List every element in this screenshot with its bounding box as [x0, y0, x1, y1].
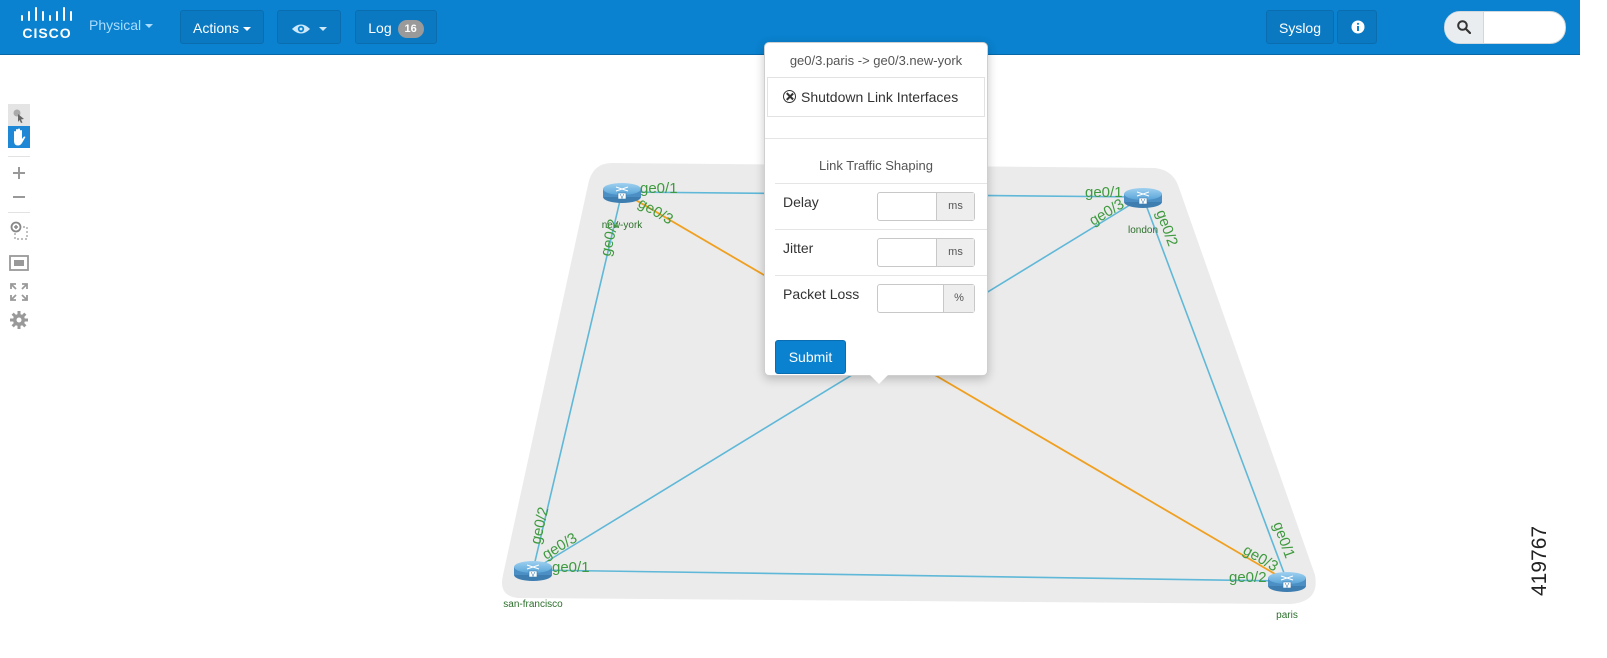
port-label: ge0/1: [640, 180, 678, 197]
link-popover: ge0/3.paris -> ge0/3.new-york Shutdown L…: [764, 42, 988, 384]
packet-loss-field: %: [877, 284, 975, 313]
port-label: ge0/1: [552, 559, 590, 576]
close-circle-icon: [783, 90, 796, 103]
popover-title: ge0/3.paris -> ge0/3.new-york: [789, 53, 963, 68]
figure-number: 419767: [1528, 525, 1551, 596]
delay-field: ms: [877, 192, 975, 221]
node-label-san-francisco: san-francisco: [503, 599, 563, 610]
row-divider: [775, 275, 987, 276]
jitter-input[interactable]: [878, 239, 937, 266]
packet-loss-label: Packet Loss: [783, 286, 860, 302]
node-label-london: london: [1128, 225, 1158, 236]
row-divider: [775, 229, 987, 230]
row-divider: [775, 183, 987, 184]
jitter-label: Jitter: [783, 240, 814, 256]
svg-text:V: V: [1141, 200, 1145, 206]
port-label: ge0/2: [1229, 569, 1267, 586]
svg-text:V: V: [620, 195, 624, 201]
jitter-field: ms: [877, 238, 975, 267]
packet-loss-unit: %: [943, 285, 974, 312]
svg-text:V: V: [531, 573, 535, 579]
popover-divider: [765, 138, 987, 139]
popover-arrow: [870, 375, 888, 384]
router-london[interactable]: V: [1124, 188, 1162, 208]
packet-loss-input[interactable]: [878, 285, 944, 312]
svg-text:V: V: [1285, 584, 1289, 590]
delay-input[interactable]: [878, 193, 937, 220]
delay-label: Delay: [783, 194, 819, 210]
shutdown-link-button[interactable]: Shutdown Link Interfaces: [767, 77, 985, 117]
shutdown-label: Shutdown Link Interfaces: [801, 89, 959, 105]
submit-button[interactable]: Submit: [775, 340, 846, 374]
delay-unit: ms: [936, 193, 974, 220]
node-label-paris: paris: [1276, 610, 1298, 621]
shaping-section-title: Link Traffic Shaping: [819, 158, 933, 173]
jitter-unit: ms: [936, 239, 974, 266]
router-new-york[interactable]: V: [603, 183, 641, 203]
router-san-francisco[interactable]: V: [514, 561, 552, 581]
router-paris[interactable]: V: [1268, 572, 1306, 592]
